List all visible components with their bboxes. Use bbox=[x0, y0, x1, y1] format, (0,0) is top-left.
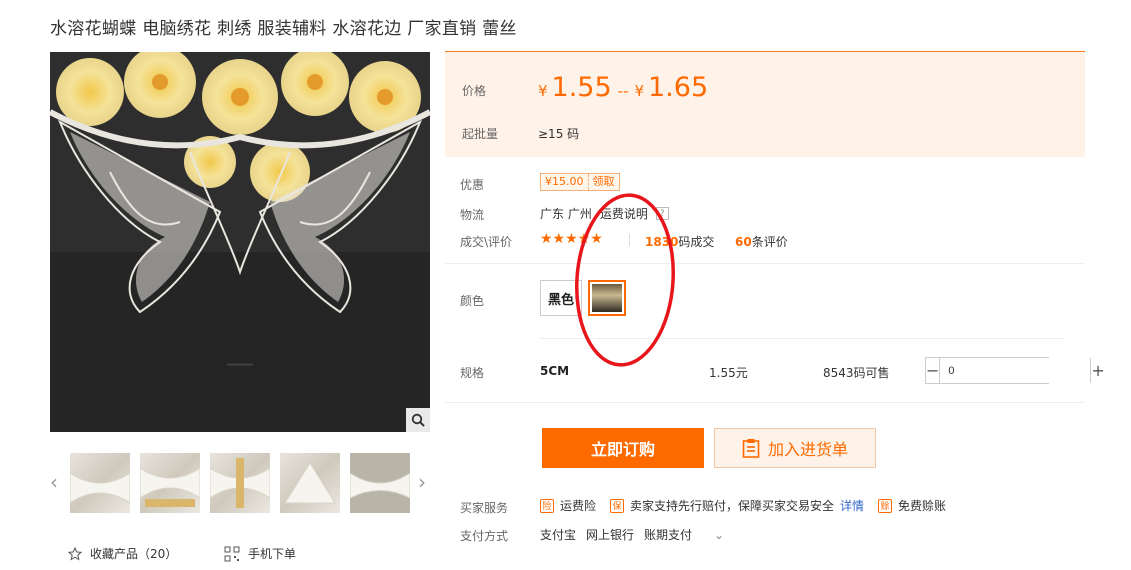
divider bbox=[540, 338, 1065, 339]
star-icon bbox=[68, 546, 82, 561]
lace-butterfly-illustration: — bbox=[50, 52, 430, 432]
payment-methods: 支付宝 网上银行 账期支付 ⌄ bbox=[540, 526, 724, 543]
quantity-stepper: − + bbox=[925, 357, 1105, 384]
buy-now-button[interactable]: 立即订购 bbox=[542, 428, 704, 468]
coupon-amount: ¥15.00 bbox=[545, 175, 584, 188]
price-max: 1.65 bbox=[648, 72, 709, 103]
deal-count-suffix: 码成交 bbox=[678, 235, 715, 249]
price-min: 1.55 bbox=[551, 72, 612, 103]
thumbnail-2[interactable] bbox=[140, 453, 200, 513]
service-shipping-insurance[interactable]: 险 运费险 bbox=[540, 497, 596, 514]
payment-label: 支付方式 bbox=[460, 529, 509, 543]
help-icon[interactable]: ? bbox=[655, 207, 669, 220]
logistics-label: 物流 bbox=[460, 208, 485, 222]
thumbnail-3[interactable] bbox=[210, 453, 270, 513]
add-to-cart-button[interactable]: 加入进货单 bbox=[714, 428, 876, 468]
chevron-down-icon[interactable]: ⌄ bbox=[714, 528, 724, 542]
review-count-number: 60 bbox=[735, 235, 752, 249]
insurance-icon: 险 bbox=[540, 498, 554, 513]
deals-label: 成交\评价 bbox=[460, 235, 513, 249]
service-label: 免费赊账 bbox=[898, 499, 947, 513]
zoom-button[interactable] bbox=[406, 408, 430, 432]
thumbnail-5[interactable] bbox=[350, 453, 410, 513]
service-guarantee[interactable]: 保 卖家支持先行赔付，保障买家交易安全 详情 bbox=[610, 497, 864, 514]
moq-label: 起批量 bbox=[462, 127, 499, 141]
thumbnail-image bbox=[70, 472, 130, 504]
color-option-image-selected[interactable] bbox=[588, 280, 626, 316]
review-count[interactable]: 60条评价 bbox=[735, 233, 788, 250]
thumb-prev-button[interactable]: ‹ bbox=[50, 470, 58, 494]
divider bbox=[445, 263, 1085, 264]
thumbnail-strip bbox=[70, 453, 410, 513]
service-credit[interactable]: 赊 免费赊账 bbox=[878, 497, 946, 514]
qr-code-icon bbox=[224, 546, 240, 561]
spec-label: 规格 bbox=[460, 366, 485, 380]
payment-method: 支付宝 bbox=[540, 528, 577, 542]
price-panel: 价格 ¥ 1.55 -- ¥ 1.65 起批量 ≥15 码 bbox=[445, 51, 1085, 157]
spec-price: 1.55元 bbox=[709, 366, 748, 380]
quantity-decrease-button[interactable]: − bbox=[926, 358, 941, 383]
divider bbox=[445, 402, 1085, 403]
coupon-label: 优惠 bbox=[460, 178, 485, 192]
thumb-next-button[interactable]: › bbox=[418, 470, 426, 494]
favorite-product[interactable]: 收藏产品（20） bbox=[68, 545, 177, 562]
buyer-services: 险 运费险 保 卖家支持先行赔付，保障买家交易安全 详情 赊 免费赊账 bbox=[540, 497, 960, 514]
mobile-order-label: 手机下单 bbox=[248, 547, 297, 561]
color-label: 颜色 bbox=[460, 294, 485, 308]
payment-method: 网上银行 bbox=[586, 528, 635, 542]
service-label: 卖家支持先行赔付，保障买家交易安全 bbox=[630, 499, 835, 513]
product-title: 水溶花蝴蝶 电脑绣花 刺绣 服装辅料 水溶花边 厂家直销 蕾丝 bbox=[50, 19, 517, 39]
review-count-suffix: 条评价 bbox=[751, 235, 788, 249]
search-icon bbox=[411, 413, 425, 427]
deal-count: 1830码成交 bbox=[645, 233, 714, 250]
price-separator: -- bbox=[617, 82, 629, 100]
main-product-image[interactable]: — bbox=[50, 52, 430, 432]
coupon-badge[interactable]: ¥15.00 领取 bbox=[540, 173, 620, 191]
shield-icon: 保 bbox=[610, 498, 625, 513]
service-details-link[interactable]: 详情 bbox=[840, 497, 864, 514]
thumbnail-image bbox=[210, 458, 270, 508]
spec-stock: 8543码可售 bbox=[823, 366, 890, 380]
payment-method: 账期支付 bbox=[644, 528, 693, 542]
price-range: ¥ 1.55 -- ¥ 1.65 bbox=[538, 72, 708, 103]
favorite-label: 收藏产品（20） bbox=[90, 547, 178, 561]
price-label: 价格 bbox=[462, 84, 487, 98]
quantity-increase-button[interactable]: + bbox=[1090, 358, 1105, 383]
moq-value: ≥15 码 bbox=[538, 127, 580, 141]
currency-symbol: ¥ bbox=[634, 82, 645, 100]
thumbnail-image bbox=[140, 467, 200, 507]
clipboard-icon bbox=[742, 439, 760, 458]
deal-count-number: 1830 bbox=[645, 235, 679, 249]
color-option-black[interactable]: 黑色 bbox=[540, 280, 582, 316]
currency-symbol: ¥ bbox=[538, 82, 548, 100]
spec-name: 5CM bbox=[540, 364, 570, 378]
credit-icon: 赊 bbox=[878, 498, 893, 513]
quantity-input[interactable] bbox=[940, 358, 1091, 383]
thumbnail-image bbox=[284, 462, 336, 504]
svg-text:—: — bbox=[226, 346, 254, 379]
thumbnail-1[interactable] bbox=[70, 453, 130, 513]
mobile-order[interactable]: 手机下单 bbox=[224, 545, 296, 562]
add-to-cart-label: 加入进货单 bbox=[767, 440, 848, 459]
services-label: 买家服务 bbox=[460, 501, 509, 515]
color-swatch-image bbox=[592, 284, 622, 312]
shipping-info-link[interactable]: 运费说明 bbox=[600, 205, 648, 222]
coupon-claim[interactable]: 领取 bbox=[587, 174, 619, 190]
service-label: 运费险 bbox=[560, 499, 597, 513]
thumbnail-4[interactable] bbox=[280, 453, 340, 513]
rating-stars: ★★★★★ bbox=[540, 231, 603, 247]
logistics-origin: 广东 广州 bbox=[540, 207, 592, 221]
logistics-info: 广东 广州 运费说明 ? bbox=[540, 205, 669, 222]
thumbnail-image bbox=[350, 453, 410, 513]
divider bbox=[629, 234, 630, 246]
